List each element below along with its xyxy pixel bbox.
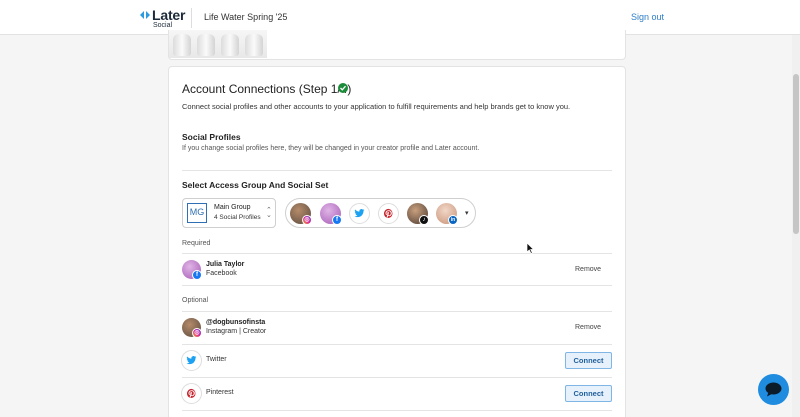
avatar: f	[182, 260, 202, 280]
page-title: Account Connections (Step 1/4)	[182, 82, 352, 96]
bottle-shape	[245, 34, 263, 56]
bottle-shape	[221, 34, 239, 56]
instagram-icon: ◎	[302, 215, 312, 225]
divider	[182, 253, 612, 254]
account-name: Twitter	[206, 356, 227, 363]
access-group-heading: Select Access Group And Social Set	[182, 180, 329, 190]
social-profiles-heading: Social Profiles	[182, 132, 241, 142]
group-badge: MG	[187, 203, 207, 223]
access-group-select[interactable]: MG Main Group 4 Social Profiles ⌃ ⌄	[182, 198, 276, 228]
chat-support-button[interactable]	[758, 374, 789, 405]
divider	[182, 170, 612, 171]
avatar: ♪	[407, 203, 429, 225]
bottle-shape	[197, 34, 215, 56]
avatar: in	[436, 203, 458, 225]
tiktok-icon: ♪	[419, 215, 429, 225]
social-profiles-note: If you change social profiles here, they…	[182, 145, 480, 152]
linkedin-icon: in	[448, 215, 458, 225]
chat-bubble-icon	[765, 382, 782, 397]
campaign-image-card	[168, 30, 626, 60]
remove-button[interactable]: Remove	[575, 266, 601, 273]
instagram-icon: ◎	[192, 328, 202, 338]
mouse-cursor-icon	[527, 243, 535, 254]
account-name: @dogbunsofinsta	[206, 319, 266, 326]
twitter-icon	[181, 350, 202, 371]
account-platform: Facebook	[206, 270, 237, 277]
required-label: Required	[182, 240, 211, 247]
connect-twitter-button[interactable]: Connect	[565, 352, 612, 369]
bottle-shape	[173, 34, 191, 56]
pinterest-icon	[181, 383, 202, 404]
account-platform: Instagram | Creator	[206, 328, 267, 335]
connect-pinterest-button[interactable]: Connect	[565, 385, 612, 402]
divider	[182, 377, 612, 378]
optional-label: Optional	[182, 297, 209, 304]
divider	[182, 410, 612, 411]
facebook-icon: f	[332, 215, 342, 225]
avatar: ◎	[290, 203, 312, 225]
logo-word: Later	[152, 7, 186, 23]
group-name: Main Group	[214, 204, 251, 211]
avatar: ◎	[182, 318, 202, 338]
scrollbar-thumb[interactable]	[793, 74, 799, 234]
sign-out-link[interactable]: Sign out	[631, 12, 664, 22]
account-name: Julia Taylor	[206, 261, 245, 268]
remove-button[interactable]: Remove	[575, 324, 601, 331]
check-circle-icon	[338, 83, 348, 93]
chevron-updown-icon: ⌃ ⌄	[266, 207, 272, 219]
divider	[182, 285, 612, 286]
later-logo-mark-icon	[140, 11, 150, 19]
product-image	[169, 30, 267, 58]
header-divider	[191, 8, 192, 28]
social-set-select[interactable]: ◎ f ♪ in ▾	[285, 198, 476, 228]
facebook-icon: f	[192, 270, 202, 280]
later-logo[interactable]: Later Social	[140, 7, 186, 30]
campaign-name: Life Water Spring '25	[204, 12, 288, 22]
caret-down-icon: ▾	[465, 210, 469, 217]
pinterest-icon	[378, 203, 399, 224]
account-name: Pinterest	[206, 389, 234, 396]
avatar: f	[320, 203, 342, 225]
logo-subtitle: Social	[153, 22, 173, 29]
step-description: Connect social profiles and other accoun…	[182, 102, 571, 111]
divider	[182, 311, 612, 312]
divider	[182, 344, 612, 345]
account-connections-card: Account Connections (Step 1/4) Connect s…	[168, 66, 626, 417]
group-profile-count: 4 Social Profiles	[214, 214, 261, 221]
twitter-icon	[349, 203, 370, 224]
